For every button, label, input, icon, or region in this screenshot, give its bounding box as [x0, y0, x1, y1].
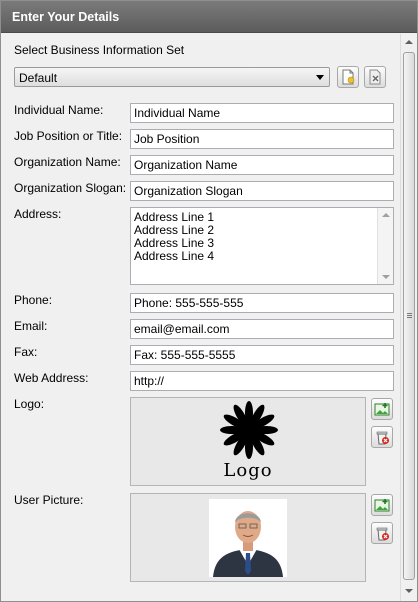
scroll-up-icon[interactable]	[382, 213, 390, 217]
business-set-label: Select Business Information Set	[14, 43, 185, 57]
scrollbar-thumb[interactable]	[403, 52, 415, 580]
panel-title: Enter Your Details	[12, 10, 120, 24]
user-picture-label: User Picture:	[14, 493, 84, 507]
logo-image-text: Logo	[223, 460, 273, 481]
phone-label: Phone:	[14, 293, 53, 307]
address-lines: Address Line 1 Address Line 2 Address Li…	[134, 211, 214, 263]
logo-image-box[interactable]: Logo	[130, 397, 366, 486]
delete-logo-button[interactable]	[371, 426, 393, 448]
web-address-label: Web Address:	[14, 371, 89, 385]
user-picture-box[interactable]	[130, 493, 366, 582]
logo-label: Logo:	[14, 397, 45, 411]
delete-picture-button[interactable]	[371, 522, 393, 544]
flower-logo-icon	[220, 401, 278, 459]
fax-input[interactable]: Fax: 555-555-5555	[130, 345, 394, 365]
delete-image-icon	[376, 527, 389, 541]
chevron-down-icon	[316, 75, 324, 80]
add-picture-button[interactable]	[371, 494, 393, 516]
web-address-input[interactable]: http://	[130, 371, 394, 391]
business-set-selected: Default	[19, 71, 58, 85]
add-image-icon	[374, 403, 390, 416]
delete-set-button[interactable]	[364, 66, 386, 88]
individual-name-input[interactable]: Individual Name	[130, 103, 394, 123]
delete-image-icon	[376, 431, 389, 445]
address-label: Address:	[14, 207, 62, 221]
phone-input[interactable]: Phone: 555-555-555	[130, 293, 394, 313]
grip-line	[407, 315, 412, 316]
scroll-up-icon[interactable]	[405, 40, 413, 44]
new-document-icon	[342, 69, 355, 85]
new-set-button[interactable]	[337, 66, 359, 88]
business-set-dropdown[interactable]: Default	[14, 67, 330, 87]
email-input[interactable]: email@email.com	[130, 319, 394, 339]
job-position-label: Job Position or Title:	[14, 129, 123, 143]
delete-document-icon	[369, 69, 381, 85]
grip-line	[407, 317, 412, 318]
add-logo-button[interactable]	[371, 398, 393, 420]
email-label: Email:	[14, 319, 48, 333]
organization-name-label: Organization Name:	[14, 155, 121, 169]
scroll-down-icon[interactable]	[405, 589, 413, 593]
individual-name-label: Individual Name:	[14, 103, 104, 117]
user-photo	[209, 499, 287, 577]
job-position-input[interactable]: Job Position	[130, 129, 394, 149]
scroll-down-icon[interactable]	[382, 275, 390, 279]
panel-scrollbar[interactable]	[400, 34, 417, 601]
fax-label: Fax:	[14, 345, 38, 359]
grip-line	[407, 313, 412, 314]
title-bar: Enter Your Details	[1, 1, 417, 33]
add-image-icon	[374, 499, 390, 512]
organization-slogan-label: Organization Slogan:	[14, 181, 127, 195]
details-panel: Enter Your Details Select Business Infor…	[0, 0, 418, 602]
organization-name-input[interactable]: Organization Name	[130, 155, 394, 175]
organization-slogan-input[interactable]: Organization Slogan	[130, 181, 394, 201]
person-photo-icon	[209, 499, 287, 577]
address-line: Address Line 4	[134, 249, 215, 263]
address-textarea[interactable]: Address Line 1 Address Line 2 Address Li…	[130, 207, 394, 285]
address-scrollbar[interactable]	[377, 208, 393, 284]
